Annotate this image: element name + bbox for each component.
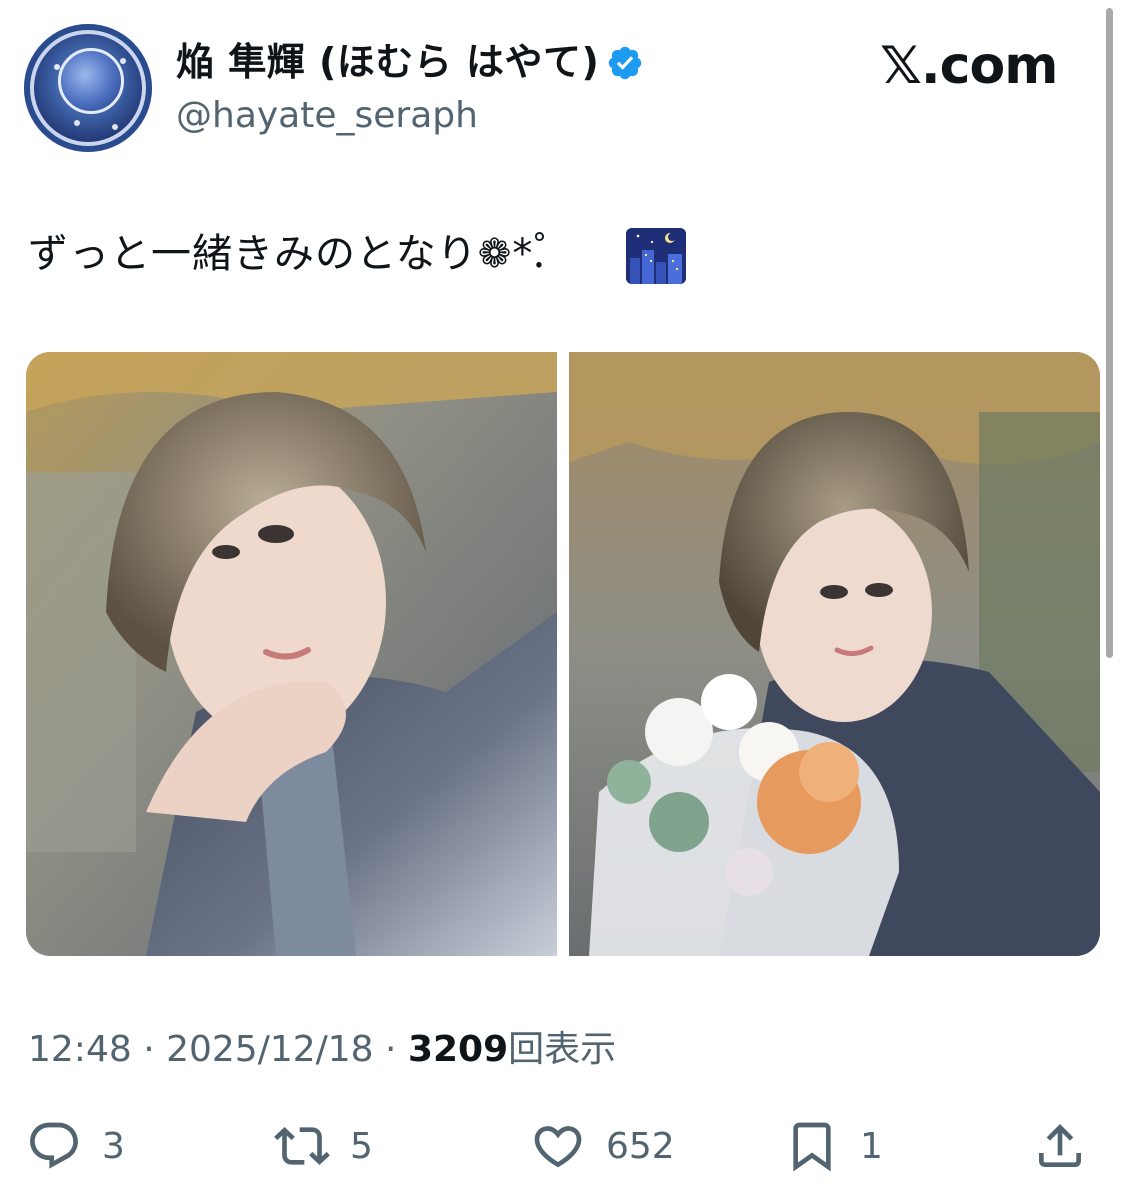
tweet-date[interactable]: 2025/12/18 [166, 1029, 374, 1070]
verified-badge-icon [608, 46, 642, 80]
views-label: 回表示 [508, 1029, 617, 1070]
tweet-time[interactable]: 12:48 [28, 1029, 132, 1070]
views-count: 3209 [407, 1029, 509, 1070]
display-name[interactable]: 焔 隼輝 (ほむら はやて) [176, 38, 599, 86]
retweet-icon [274, 1127, 330, 1165]
reply-icon [30, 1122, 78, 1169]
user-handle[interactable]: @hayate_seraph [176, 94, 478, 138]
like-button[interactable]: 652 [530, 1114, 675, 1178]
tweet-meta: 12:48 · 2025/12/18 · 3209回表示 [28, 1024, 616, 1076]
bookmark-count: 1 [860, 1125, 883, 1167]
meta-separator: · [131, 1029, 167, 1070]
avatar-sparkle [54, 64, 60, 70]
retweet-count: 5 [350, 1125, 373, 1167]
avatar-sparkle [112, 124, 118, 130]
reply-count: 3 [102, 1125, 125, 1167]
avatar-sparkle [74, 120, 80, 126]
reply-button[interactable]: 3 [26, 1114, 125, 1178]
avatar-sparkle [120, 58, 126, 64]
bookmark-button[interactable]: 1 [784, 1114, 883, 1178]
meta-separator: · [373, 1029, 408, 1070]
night-city-emoji-icon [626, 228, 686, 284]
scrollbar[interactable] [1106, 8, 1113, 658]
tweet-photo-1[interactable] [26, 352, 557, 956]
avatar[interactable] [24, 24, 152, 152]
like-count: 652 [606, 1125, 675, 1167]
tweet-photo-2[interactable] [569, 352, 1100, 956]
share-icon [1039, 1124, 1081, 1167]
x-logo: 𝕏.com [880, 36, 1058, 96]
share-button[interactable] [1032, 1114, 1088, 1178]
retweet-button[interactable]: 5 [274, 1114, 373, 1178]
heart-icon [534, 1126, 582, 1168]
bookmark-icon [793, 1122, 831, 1172]
avatar-globe [58, 48, 124, 114]
tweet-text: ずっと一緒きみのとなり❁*.゚ [28, 231, 546, 277]
